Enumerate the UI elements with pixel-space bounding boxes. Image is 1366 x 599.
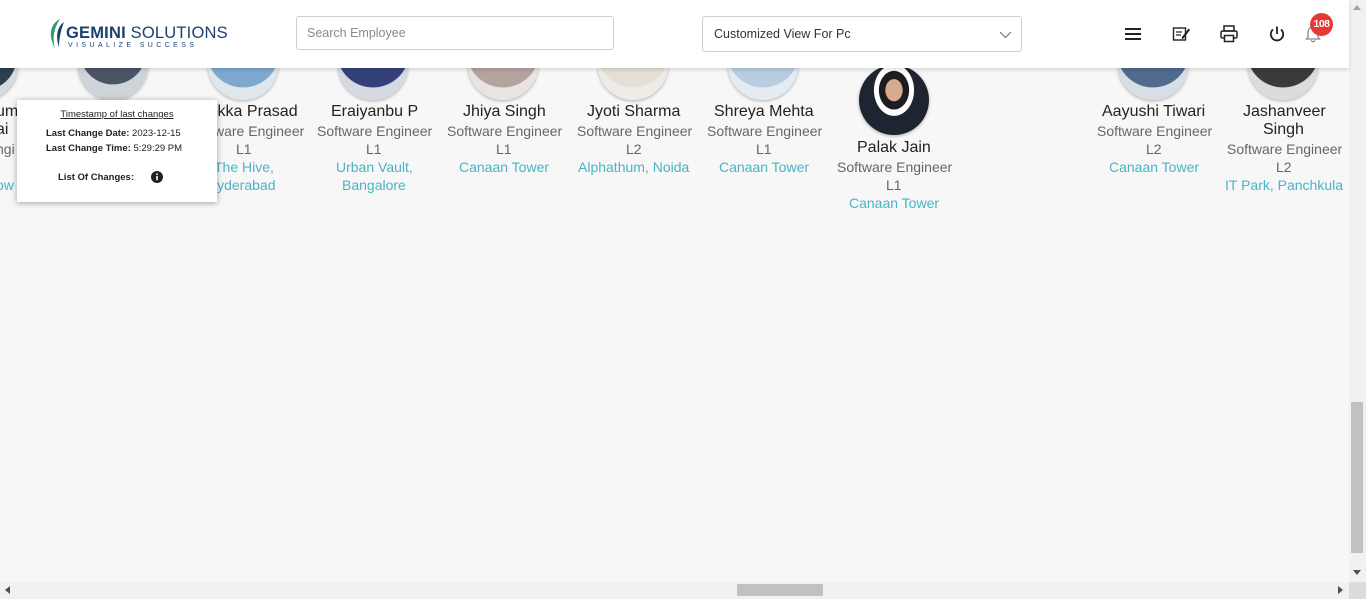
edit-note-icon[interactable] [1171,24,1191,44]
employee-level: L1 [236,141,252,157]
time-label: Last Change Time: [46,143,131,154]
avatar[interactable] [208,68,278,100]
employee-name[interactable]: ikka Prasad [214,103,298,121]
info-icon[interactable] [151,171,163,183]
employee-name[interactable]: Jyoti Sharma [587,103,680,121]
avatar[interactable] [1118,68,1188,100]
employee-role: ngi [0,141,15,157]
employee-name[interactable]: Jhiya Singh [463,103,546,121]
employee-location[interactable]: Bangalore [342,176,406,194]
employee-location[interactable]: Canaan Tower [459,158,549,176]
view-selector-dropdown[interactable]: Customized View For Pc [702,16,1022,52]
employee-level: L2 [1146,141,1162,157]
employee-location[interactable]: Urban Vault, [336,158,413,176]
logo-mark-icon [50,19,64,48]
employee-role: ware Engineer [214,123,305,139]
employee-name[interactable]: Palak Jain [857,139,931,157]
scroll-right-arrow-icon[interactable] [1338,586,1343,594]
employee-role: Software Engineer [837,159,953,175]
employee-role: Software Engineer [1097,123,1213,139]
avatar[interactable] [338,68,408,100]
timestamp-tooltip: Timestamp of last changes Last Change Da… [17,100,217,202]
last-change-date: Last Change Date: 2023-12-15 [46,128,181,139]
scroll-left-arrow-icon[interactable] [5,586,10,594]
employee-level: L1 [366,141,382,157]
employee-level: L1 [496,141,512,157]
chevron-down-icon [999,31,1012,39]
avatar[interactable] [78,68,148,100]
search-employee-input[interactable] [296,16,614,50]
horizontal-scrollbar[interactable] [0,582,1349,599]
avatar[interactable] [598,68,668,100]
employee-location[interactable]: lyderabad [214,176,276,194]
print-icon[interactable] [1219,24,1239,44]
horizontal-scroll-thumb[interactable] [737,584,823,596]
employee-location[interactable]: Canaan Tower [1109,158,1199,176]
list-of-changes: List Of Changes: [58,172,134,183]
avatar[interactable] [728,68,798,100]
employee-location[interactable]: IT Park, Panchkula [1225,176,1343,194]
changes-label: List Of Changes: [58,172,135,183]
employee-role: Software Engineer [1227,141,1343,157]
view-selected-value: Customized View For Pc [714,27,851,41]
employee-location[interactable]: Alphathum, Noida [578,158,689,176]
avatar[interactable] [859,68,929,135]
employee-role: Software Engineer [447,123,563,139]
employee-name[interactable]: Aayushi Tiwari [1102,103,1205,121]
last-change-time: Last Change Time: 5:29:29 PM [46,143,182,154]
company-logo[interactable]: GEMINI SOLUTIONS VISUALIZE SUCCESS [46,16,228,52]
employee-role: Software Engineer [577,123,693,139]
employee-name[interactable]: ai [0,121,8,139]
employee-role: Software Engineer [317,123,433,139]
tooltip-title: Timestamp of last changes [60,109,174,120]
date-value: 2023-12-15 [132,128,181,139]
vertical-scrollbar[interactable] [1349,0,1366,582]
employee-level: L1 [756,141,772,157]
scrollbar-corner [1349,582,1366,599]
vertical-scroll-thumb[interactable] [1351,402,1363,553]
logo-text: GEMINI SOLUTIONS [66,24,228,42]
logo-tagline: VISUALIZE SUCCESS [68,42,198,49]
header-bar: GEMINI SOLUTIONS VISUALIZE SUCCESS Custo… [0,0,1349,68]
employee-level: L2 [1276,159,1292,175]
employee-name[interactable]: Shreya Mehta [714,103,814,121]
employee-role: Software Engineer [707,123,823,139]
notification-badge[interactable]: 108 [1310,13,1333,36]
employee-name[interactable]: Jashanveer [1243,103,1326,121]
employee-name[interactable]: um [0,103,18,121]
employee-location[interactable]: Canaan Tower [719,158,809,176]
avatar[interactable] [0,68,18,100]
time-value: 5:29:29 PM [133,143,183,154]
employee-location[interactable]: Canaan Tower [849,194,939,212]
menu-icon[interactable] [1123,24,1143,44]
employee-name[interactable]: Singh [1263,121,1304,139]
avatar[interactable] [468,68,538,100]
date-label: Last Change Date: [46,128,130,139]
scroll-down-arrow-icon[interactable] [1353,570,1361,575]
employee-location[interactable]: ow [0,176,14,194]
employee-level: L2 [626,141,642,157]
power-icon[interactable] [1267,24,1287,44]
scroll-up-arrow-icon[interactable] [1353,5,1361,10]
avatar[interactable] [1248,68,1318,100]
employee-location[interactable]: The Hive, [214,158,274,176]
employee-level: L1 [886,177,902,193]
employee-name[interactable]: Eraiyanbu P [331,103,418,121]
